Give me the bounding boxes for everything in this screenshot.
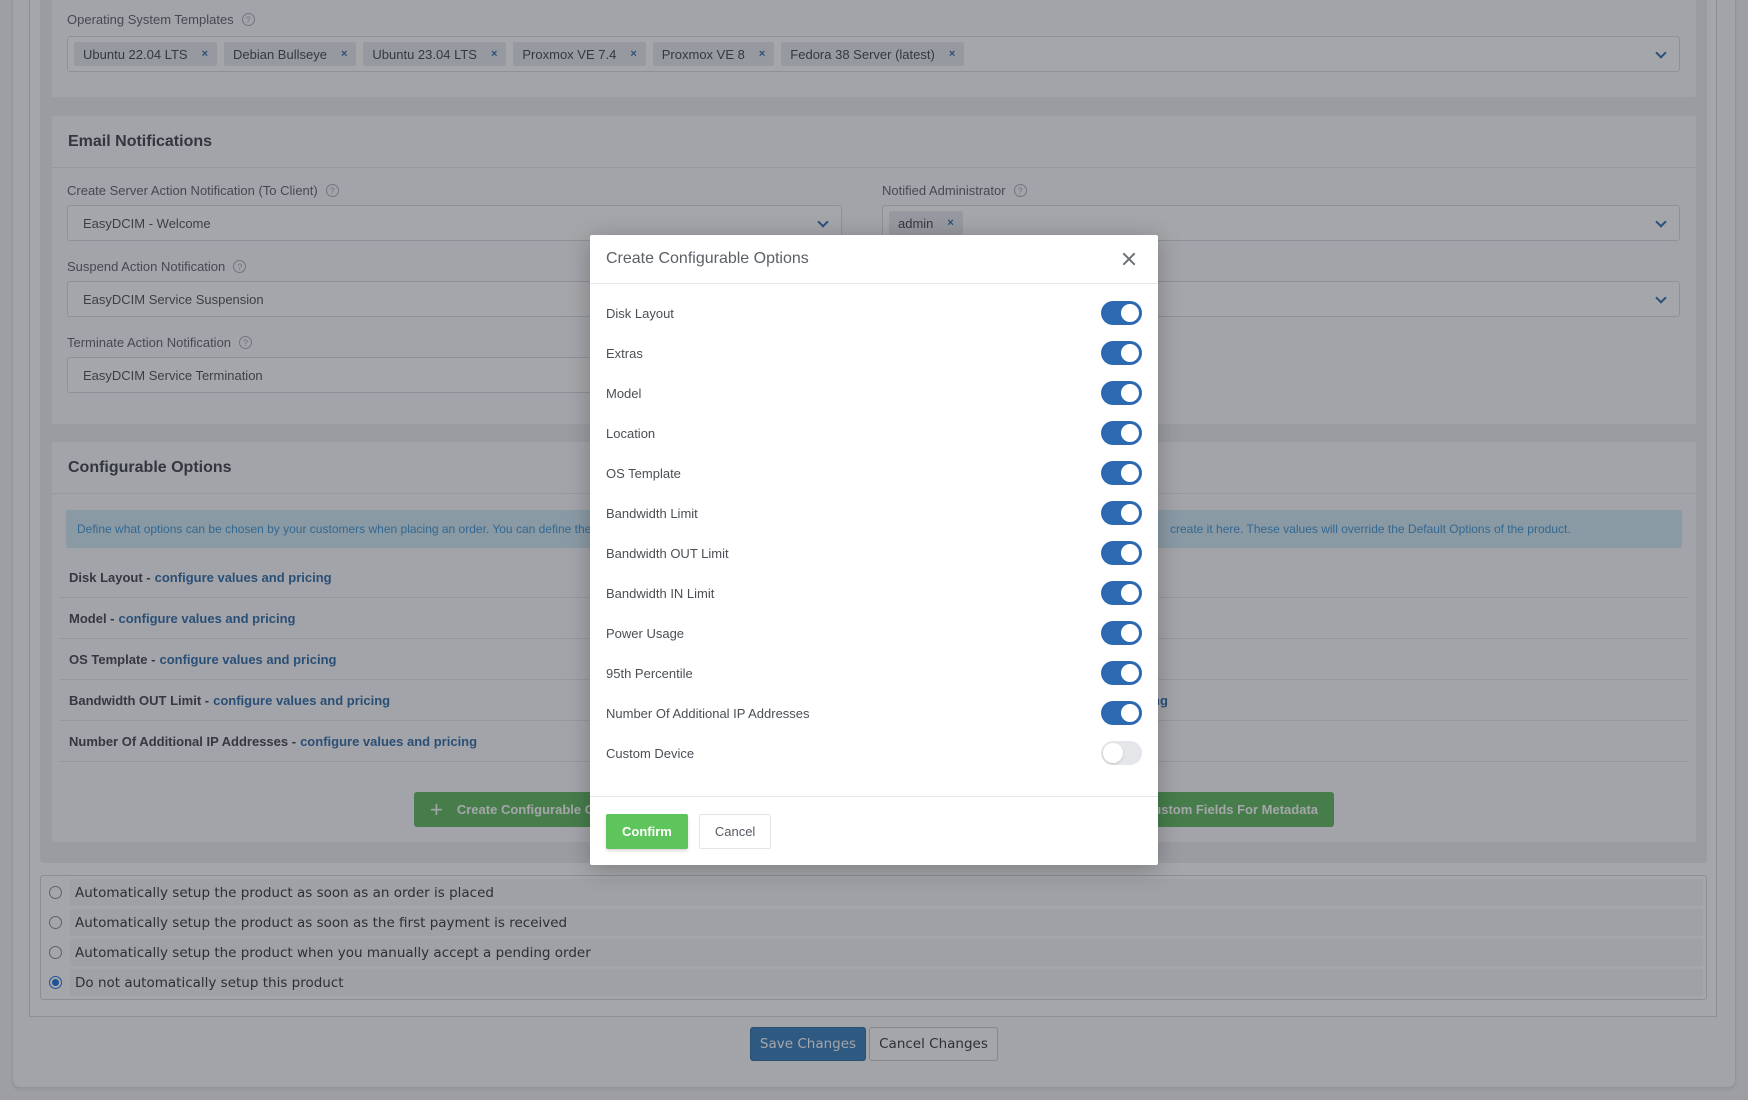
- toggle-switch[interactable]: [1101, 341, 1142, 365]
- option-toggle-row: Extras: [606, 333, 1142, 373]
- close-icon[interactable]: [1120, 250, 1138, 268]
- option-toggle-row: Bandwidth IN Limit: [606, 573, 1142, 613]
- create-configurable-options-modal: Create Configurable Options Disk Layout E…: [590, 235, 1158, 865]
- option-toggle-row: OS Template: [606, 453, 1142, 493]
- modal-header: Create Configurable Options: [590, 235, 1158, 284]
- toggle-switch[interactable]: [1101, 381, 1142, 405]
- toggle-switch[interactable]: [1101, 621, 1142, 645]
- option-toggle-row: Disk Layout: [606, 293, 1142, 333]
- toggle-switch[interactable]: [1101, 421, 1142, 445]
- modal-title: Create Configurable Options: [606, 250, 809, 267]
- toggle-switch[interactable]: [1101, 501, 1142, 525]
- option-toggle-row: Power Usage: [606, 613, 1142, 653]
- toggle-switch[interactable]: [1101, 661, 1142, 685]
- option-toggle-row: 95th Percentile: [606, 653, 1142, 693]
- confirm-button[interactable]: Confirm: [606, 813, 688, 849]
- toggle-switch[interactable]: [1101, 701, 1142, 725]
- toggle-switch[interactable]: [1101, 541, 1142, 565]
- toggle-switch[interactable]: [1101, 461, 1142, 485]
- option-toggle-row: Bandwidth OUT Limit: [606, 533, 1142, 573]
- modal-body: Disk Layout Extras Model Location OS Templat…: [590, 284, 1158, 773]
- option-toggle-row: Number Of Additional IP Addresses: [606, 693, 1142, 733]
- toggle-switch[interactable]: [1101, 741, 1142, 765]
- option-toggle-row: Location: [606, 413, 1142, 453]
- option-toggle-row: Bandwidth Limit: [606, 493, 1142, 533]
- cancel-button[interactable]: Cancel: [698, 813, 772, 849]
- toggle-switch[interactable]: [1101, 581, 1142, 605]
- modal-footer: Confirm Cancel: [590, 796, 1158, 865]
- toggle-switch[interactable]: [1101, 301, 1142, 325]
- option-toggle-row: Custom Device: [606, 733, 1142, 773]
- option-toggle-row: Model: [606, 373, 1142, 413]
